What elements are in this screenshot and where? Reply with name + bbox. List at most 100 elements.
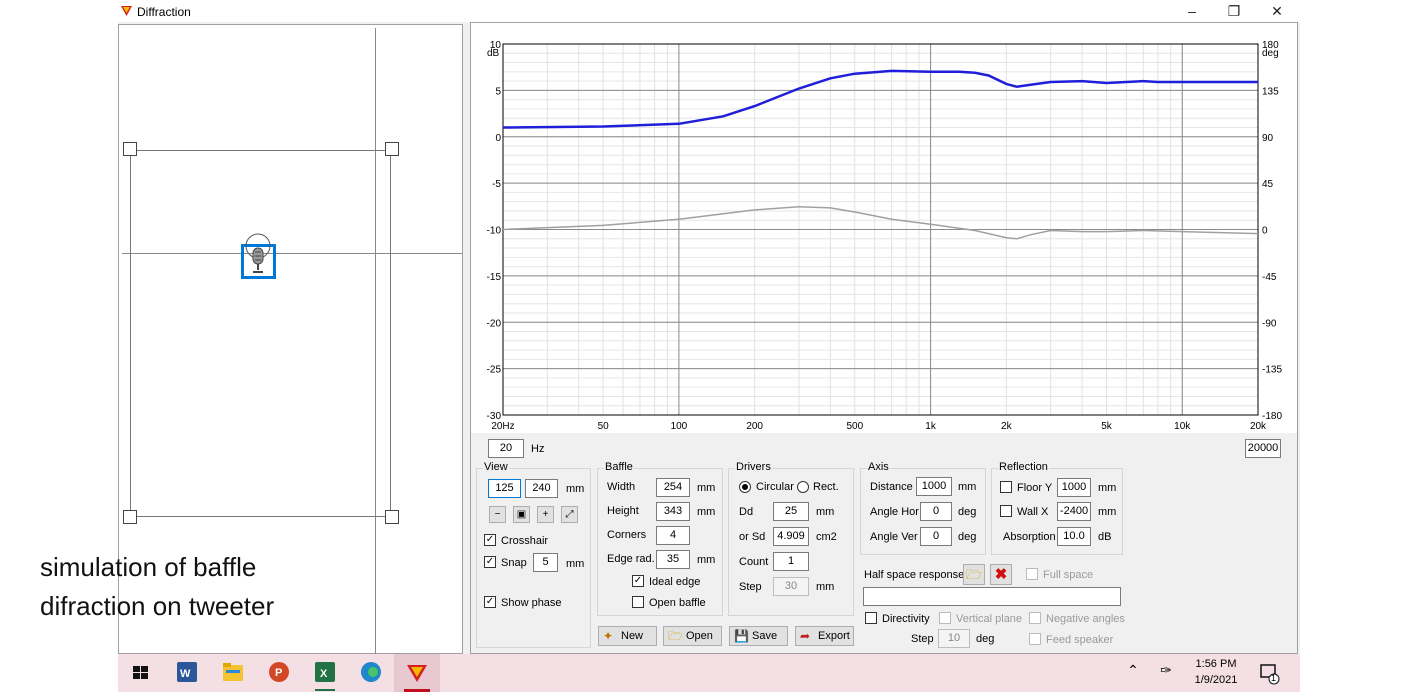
resize-handle-bottom-left[interactable] — [123, 510, 137, 524]
sd-input[interactable]: 4.909 — [773, 527, 809, 546]
notification-icon[interactable]: 1 — [1258, 662, 1282, 686]
windows-icon — [133, 666, 148, 679]
step-label: Step — [739, 581, 762, 593]
y-tick-label: -20 — [487, 318, 502, 329]
diffraction-app-icon — [404, 665, 430, 692]
floor-input[interactable]: 1000 — [1057, 478, 1091, 497]
zoom-fit-icon[interactable]: ▣ — [513, 506, 530, 523]
distance-input[interactable]: 1000 — [916, 477, 952, 496]
x-tick-label: 10k — [1174, 421, 1191, 432]
start-button[interactable] — [118, 654, 164, 692]
clock[interactable]: 1:56 PM 1/9/2021 — [1188, 656, 1244, 688]
ideal-edge-checkbox[interactable]: ✓ — [632, 575, 644, 587]
new-button-label: New — [621, 630, 644, 642]
excel-icon: X — [315, 662, 335, 691]
open-button[interactable]: 🗁 Open — [663, 626, 722, 646]
wall-checkbox[interactable] — [1000, 505, 1012, 517]
baffle-outline[interactable] — [130, 150, 391, 517]
resize-handle-top-right[interactable] — [385, 142, 399, 156]
baffle-height-input[interactable]: 343 — [656, 502, 690, 521]
magic-wand-icon: ✦ — [603, 629, 614, 643]
open-button-label: Open — [686, 630, 713, 642]
folder-open-icon[interactable]: 🗁 — [963, 564, 985, 585]
view-y-input[interactable]: 240 — [525, 479, 558, 498]
zoom-in-icon[interactable]: + — [537, 506, 554, 523]
absorption-label: Absorption — [1003, 531, 1056, 543]
file-explorer-taskbar-item[interactable] — [210, 654, 256, 692]
x-tick-label: 2k — [1001, 421, 1013, 432]
wall-label: Wall X — [1017, 506, 1049, 518]
floor-checkbox[interactable] — [1000, 481, 1012, 493]
floppy-disk-icon: 💾 — [734, 629, 749, 643]
wall-input[interactable]: -2400 — [1057, 502, 1091, 521]
caption: simulation of baffle difraction on tweet… — [40, 548, 274, 626]
window-title: Diffraction — [137, 5, 191, 19]
export-button[interactable]: ➦ Export — [795, 626, 854, 646]
circular-radio[interactable] — [739, 481, 751, 493]
freq-max-input[interactable]: 20000 — [1245, 439, 1281, 458]
drivers-group-title: Drivers — [735, 461, 772, 473]
restore-button[interactable]: ❐ — [1219, 2, 1249, 20]
fullscreen-icon[interactable]: ⤢ — [561, 506, 578, 523]
angle-hor-input[interactable]: 0 — [920, 502, 952, 521]
excel-taskbar-item[interactable]: X — [302, 654, 348, 692]
snap-checkbox[interactable]: ✓ — [484, 556, 496, 568]
open-baffle-checkbox[interactable] — [632, 596, 644, 608]
directivity-checkbox[interactable] — [865, 612, 877, 624]
x-tick-label: 1k — [925, 421, 937, 432]
crosshair-checkbox[interactable]: ✓ — [484, 534, 496, 546]
view-x-input[interactable]: 125 — [488, 479, 521, 498]
y2-axis-label: deg — [1262, 48, 1279, 59]
x-tick-label: 5k — [1101, 421, 1113, 432]
half-space-path-input[interactable] — [863, 587, 1121, 606]
crosshair-label: Crosshair — [501, 535, 549, 547]
chevron-up-icon[interactable]: ⌃ — [1122, 662, 1144, 682]
folder-icon — [223, 663, 243, 681]
baffle-width-input[interactable]: 254 — [656, 478, 690, 497]
y2-tick-label: -45 — [1262, 272, 1277, 283]
microphone-icon[interactable] — [243, 232, 273, 278]
view-group-title: View — [483, 461, 509, 473]
snap-unit-label: mm — [566, 558, 585, 570]
y2-tick-label: 135 — [1262, 86, 1279, 97]
y2-tick-label: -90 — [1262, 318, 1277, 329]
folder-icon: 🗁 — [668, 629, 683, 643]
export-arrow-icon: ➦ — [800, 629, 811, 643]
minimize-button[interactable]: – — [1177, 2, 1207, 20]
dd-input[interactable]: 25 — [773, 502, 809, 521]
zoom-out-icon[interactable]: − — [489, 506, 506, 523]
absorption-input[interactable]: 10.0 — [1057, 527, 1091, 546]
frequency-response-chart[interactable]: 1050-5-10-15-20-25-30 18013590450-45-90-… — [471, 23, 1297, 433]
count-input[interactable]: 1 — [773, 552, 809, 571]
diffraction-taskbar-item[interactable] — [394, 654, 440, 692]
x-axis-ticks: 20Hz 50 100 200 500 1k 2k 5k 10k 20k — [491, 421, 1267, 432]
rect-label: Rect. — [813, 481, 839, 493]
angle-ver-input[interactable]: 0 — [920, 527, 952, 546]
new-button[interactable]: ✦ New — [598, 626, 657, 646]
edge-taskbar-item[interactable] — [348, 654, 394, 692]
show-phase-checkbox[interactable]: ✓ — [484, 596, 496, 608]
baffle-corners-input[interactable]: 4 — [656, 526, 690, 545]
save-button[interactable]: 💾 Save — [729, 626, 788, 646]
angle-hor-unit: deg — [958, 506, 977, 518]
word-taskbar-item[interactable]: W — [164, 654, 210, 692]
close-button[interactable]: ✕ — [1262, 2, 1292, 20]
freq-min-input[interactable]: 20 — [488, 439, 524, 458]
resize-handle-bottom-right[interactable] — [385, 510, 399, 524]
notification-count: 1 — [1271, 673, 1277, 683]
powerpoint-taskbar-item[interactable]: P — [256, 654, 302, 692]
baffle-edge-input[interactable]: 35 — [656, 550, 690, 569]
y-tick-label: -5 — [492, 179, 501, 190]
vertical-plane-label: Vertical plane — [956, 613, 1023, 625]
axis-group-title: Axis — [867, 461, 890, 473]
baffle-height-unit: mm — [697, 506, 716, 518]
directivity-step-unit: deg — [976, 633, 995, 645]
resize-handle-top-left[interactable] — [123, 142, 137, 156]
delete-icon[interactable]: ✖ — [990, 564, 1012, 585]
dd-label: Dd — [739, 506, 754, 518]
pen-icon[interactable]: ✑ — [1155, 662, 1177, 682]
sd-label: or Sd — [739, 531, 766, 543]
rect-radio[interactable] — [797, 481, 809, 493]
snap-input[interactable]: 5 — [533, 553, 558, 572]
count-label: Count — [739, 556, 769, 568]
